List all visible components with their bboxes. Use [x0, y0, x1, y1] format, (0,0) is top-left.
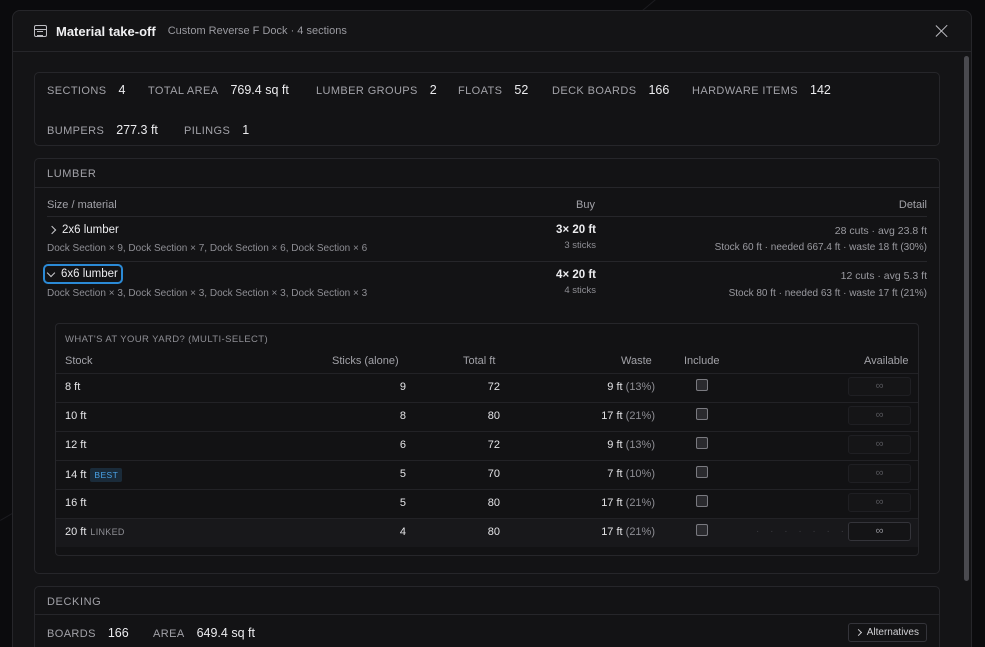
divider	[35, 187, 939, 188]
material-takeoff-dialog: Material take-off Custom Reverse F Dock …	[12, 10, 972, 647]
lumber-row-toggle-6x6[interactable]: 6x6 lumber	[43, 264, 123, 284]
decking-section-title: DECKING	[47, 596, 102, 608]
stat-area: AREA 649.4 sq ft	[153, 626, 255, 640]
yard-cell-total: 72	[487, 439, 500, 451]
stat-lumber-groups: LUMBER GROUPS 2	[316, 83, 437, 97]
yard-cell-total: 80	[487, 497, 500, 509]
yard-cell-sticks: 5	[399, 497, 406, 509]
yard-row: 20 ft LINKED 4 80 17 ft (21%) · · · · · · · ∞	[56, 518, 918, 547]
lumber-row-toggle-2x6[interactable]: 2x6 lumber	[47, 224, 119, 236]
column-header-size: Size / material	[47, 199, 117, 211]
chevron-right-icon	[854, 628, 862, 637]
include-checkbox[interactable]	[696, 495, 708, 507]
stat-total-area: TOTAL AREA 769.4 sq ft	[148, 83, 289, 97]
yard-cell-waste: 7 ft (10%)	[607, 468, 655, 480]
stat-floats: FLOATS 52	[458, 83, 529, 97]
yard-cell-stock: 16 ft	[65, 497, 87, 509]
decking-card: DECKING BOARDS 166 AREA 649.4 sq ft Alte…	[34, 586, 940, 647]
dialog-header: Material take-off Custom Reverse F Dock …	[13, 11, 971, 52]
yard-row: 8 ft 9 72 9 ft (13%) ∞	[56, 373, 918, 402]
lumber-row-sections: Dock Section × 3, Dock Section × 3, Dock…	[47, 288, 368, 299]
yard-cell-total: 70	[487, 468, 500, 480]
yard-column-include: Include	[684, 355, 720, 367]
column-header-detail: Detail	[898, 199, 927, 211]
include-checkbox[interactable]	[696, 437, 708, 449]
yard-cell-waste: 17 ft (21%)	[601, 410, 655, 422]
lumber-card: LUMBER Size / material Buy Detail 2x6 lu…	[34, 158, 940, 574]
lumber-row-detail: 12 cuts · avg 5.3 ft	[840, 270, 927, 282]
scrollbar[interactable]	[964, 56, 969, 581]
yard-cell-stock: 14 ft BEST	[65, 468, 123, 482]
alternatives-button[interactable]: Alternatives	[847, 623, 927, 642]
stat-hardware-items: HARDWARE ITEMS 142	[692, 83, 831, 97]
stat-deck-boards: DECK BOARDS 166	[552, 83, 670, 97]
include-checkbox[interactable]	[696, 466, 708, 478]
chevron-down-icon	[46, 268, 56, 277]
yard-column-available: Available	[864, 355, 909, 367]
yard-cell-total: 80	[487, 410, 500, 422]
available-quantity-input[interactable]: ∞	[848, 522, 911, 541]
available-quantity-input[interactable]: ∞	[848, 464, 911, 483]
yard-cell-waste: 17 ft (21%)	[601, 497, 655, 509]
best-badge: BEST	[90, 468, 123, 482]
lumber-row-detail-stock: Stock 60 ft · needed 667.4 ft · waste 18…	[714, 242, 927, 253]
lumber-row-detail: 28 cuts · avg 23.8 ft	[834, 225, 927, 237]
yard-cell-waste: 9 ft (13%)	[607, 381, 655, 393]
available-quantity-input[interactable]: ∞	[848, 435, 911, 454]
divider	[47, 261, 927, 262]
yard-row: 12 ft 6 72 9 ft (13%) ∞	[56, 431, 918, 460]
include-checkbox[interactable]	[696, 408, 708, 420]
lumber-section-title: LUMBER	[47, 168, 97, 180]
lumber-row-buy: 4× 20 ft	[556, 269, 596, 281]
close-icon[interactable]	[935, 24, 949, 38]
available-quantity-input[interactable]: ∞	[848, 493, 911, 512]
stat-sections: SECTIONS 4	[47, 83, 126, 97]
yard-cell-total: 80	[487, 526, 500, 538]
stat-bumpers: BUMPERS 277.3 ft	[47, 123, 158, 137]
yard-row: 16 ft 5 80 17 ft (21%) ∞	[56, 489, 918, 518]
yard-cell-sticks: 9	[399, 381, 406, 393]
dialog-subtitle: Custom Reverse F Dock · 4 sections	[167, 25, 347, 37]
chevron-right-icon	[47, 225, 57, 235]
yard-cell-waste: 9 ft (13%)	[607, 439, 655, 451]
available-quantity-input[interactable]: ∞	[848, 406, 911, 425]
stat-boards: BOARDS 166	[47, 626, 129, 640]
include-checkbox[interactable]	[696, 379, 708, 391]
yard-panel-title: WHAT'S AT YOUR YARD? (MULTI-SELECT)	[65, 334, 269, 345]
row-filler: · · · · · · ·	[756, 526, 848, 537]
column-header-buy: Buy	[576, 199, 595, 211]
summary-card: SECTIONS 4 TOTAL AREA 769.4 sq ft LUMBER…	[34, 72, 940, 146]
yard-cell-sticks: 8	[399, 410, 406, 422]
dialog-title: Material take-off	[56, 23, 156, 39]
divider	[47, 216, 927, 217]
yard-column-sticks: Sticks (alone)	[332, 355, 399, 367]
linked-badge: LINKED	[90, 527, 125, 537]
yard-cell-sticks: 5	[399, 468, 406, 480]
available-quantity-input[interactable]: ∞	[848, 377, 911, 396]
include-checkbox[interactable]	[696, 524, 708, 536]
yard-stock-panel: WHAT'S AT YOUR YARD? (MULTI-SELECT) Stoc…	[55, 323, 919, 556]
yard-cell-stock: 20 ft LINKED	[65, 526, 125, 538]
yard-row: 14 ft BEST 5 70 7 ft (10%) ∞	[56, 460, 918, 489]
yard-cell-stock: 10 ft	[65, 410, 87, 422]
yard-cell-stock: 8 ft	[65, 381, 81, 393]
lumber-row-detail-stock: Stock 80 ft · needed 63 ft · waste 17 ft…	[728, 288, 927, 299]
yard-column-total: Total ft	[463, 355, 496, 367]
yard-row: 10 ft 8 80 17 ft (21%) ∞	[56, 402, 918, 431]
yard-cell-waste: 17 ft (21%)	[601, 526, 655, 538]
yard-column-waste: Waste	[621, 355, 652, 367]
divider	[35, 614, 939, 615]
yard-column-stock: Stock	[65, 355, 93, 367]
yard-cell-sticks: 4	[399, 526, 406, 538]
yard-cell-sticks: 6	[399, 439, 406, 451]
lumber-row-buy: 3× 20 ft	[556, 224, 596, 236]
stat-pilings: PILINGS 1	[184, 123, 250, 137]
lumber-row-sections: Dock Section × 9, Dock Section × 7, Dock…	[47, 243, 368, 254]
yard-cell-stock: 12 ft	[65, 439, 87, 451]
yard-cell-total: 72	[487, 381, 500, 393]
table-icon	[34, 25, 47, 37]
